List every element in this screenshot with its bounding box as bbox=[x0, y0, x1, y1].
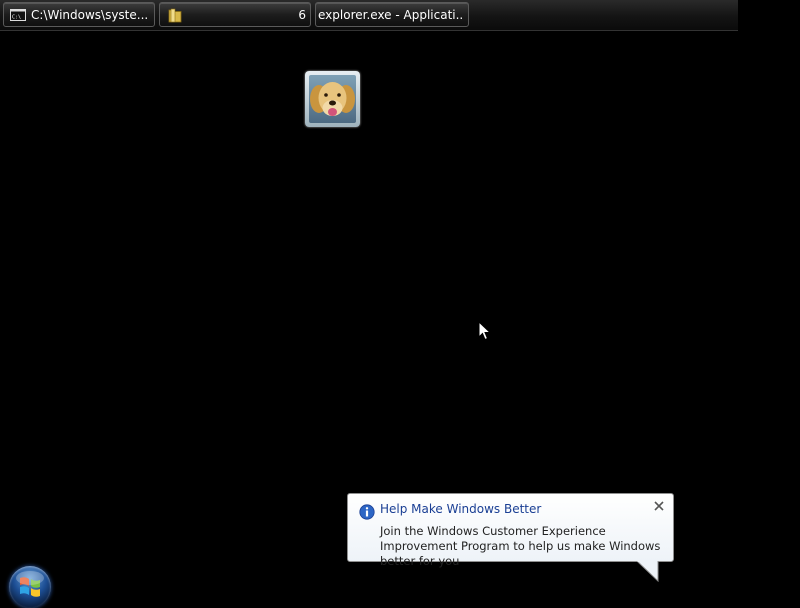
balloon-tail bbox=[637, 561, 659, 582]
taskbar-button-folder-group[interactable]: 6 bbox=[159, 2, 311, 27]
close-icon[interactable] bbox=[653, 500, 665, 512]
balloon-message: Join the Windows Customer Experience Imp… bbox=[380, 524, 661, 568]
balloon-title: Help Make Windows Better bbox=[380, 502, 542, 516]
taskbar-button-label: explorer.exe - Applicati... bbox=[318, 8, 464, 22]
taskbar: C:\ C:\Windows\syste... 6 explorer.exe -… bbox=[0, 0, 738, 31]
user-picture-tile[interactable] bbox=[305, 71, 360, 127]
svg-text:C:\: C:\ bbox=[12, 15, 21, 21]
start-button[interactable] bbox=[9, 566, 51, 608]
console-icon: C:\ bbox=[10, 9, 26, 21]
group-count: 6 bbox=[298, 8, 306, 22]
info-icon bbox=[359, 504, 375, 520]
dog-user-picture bbox=[309, 75, 356, 123]
dog-picture-image bbox=[309, 75, 356, 123]
notification-balloon[interactable]: Help Make Windows Better Join the Window… bbox=[347, 493, 674, 568]
taskbar-button-label: C:\Windows\syste... bbox=[31, 8, 149, 22]
taskbar-button-cmd[interactable]: C:\ C:\Windows\syste... bbox=[3, 2, 155, 27]
folder-icon bbox=[168, 8, 182, 23]
mouse-cursor-icon bbox=[478, 321, 492, 341]
taskbar-button-explorer[interactable]: explorer.exe - Applicati... bbox=[315, 2, 469, 27]
windows-logo-icon bbox=[16, 571, 44, 597]
